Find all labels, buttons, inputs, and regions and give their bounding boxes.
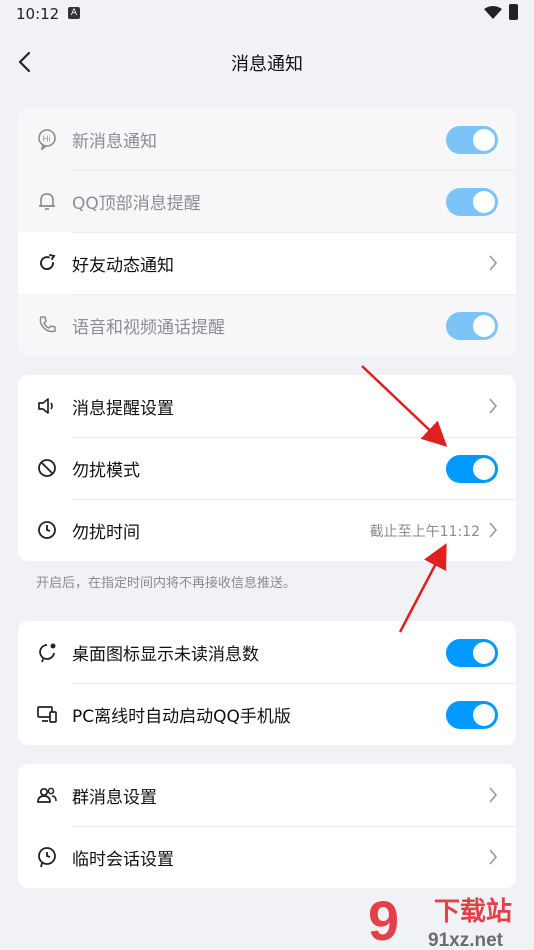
arrow-to-time: [398, 543, 447, 633]
watermark-glyph: 9: [368, 890, 399, 950]
annotation-arrows: [361, 365, 448, 633]
watermark-logo: 9 下载站 91xz.net: [368, 890, 512, 950]
arrow-to-toggle: [361, 365, 448, 447]
watermark-cn: 下载站: [434, 897, 512, 927]
watermark-domain: 91xz.net: [428, 930, 504, 950]
